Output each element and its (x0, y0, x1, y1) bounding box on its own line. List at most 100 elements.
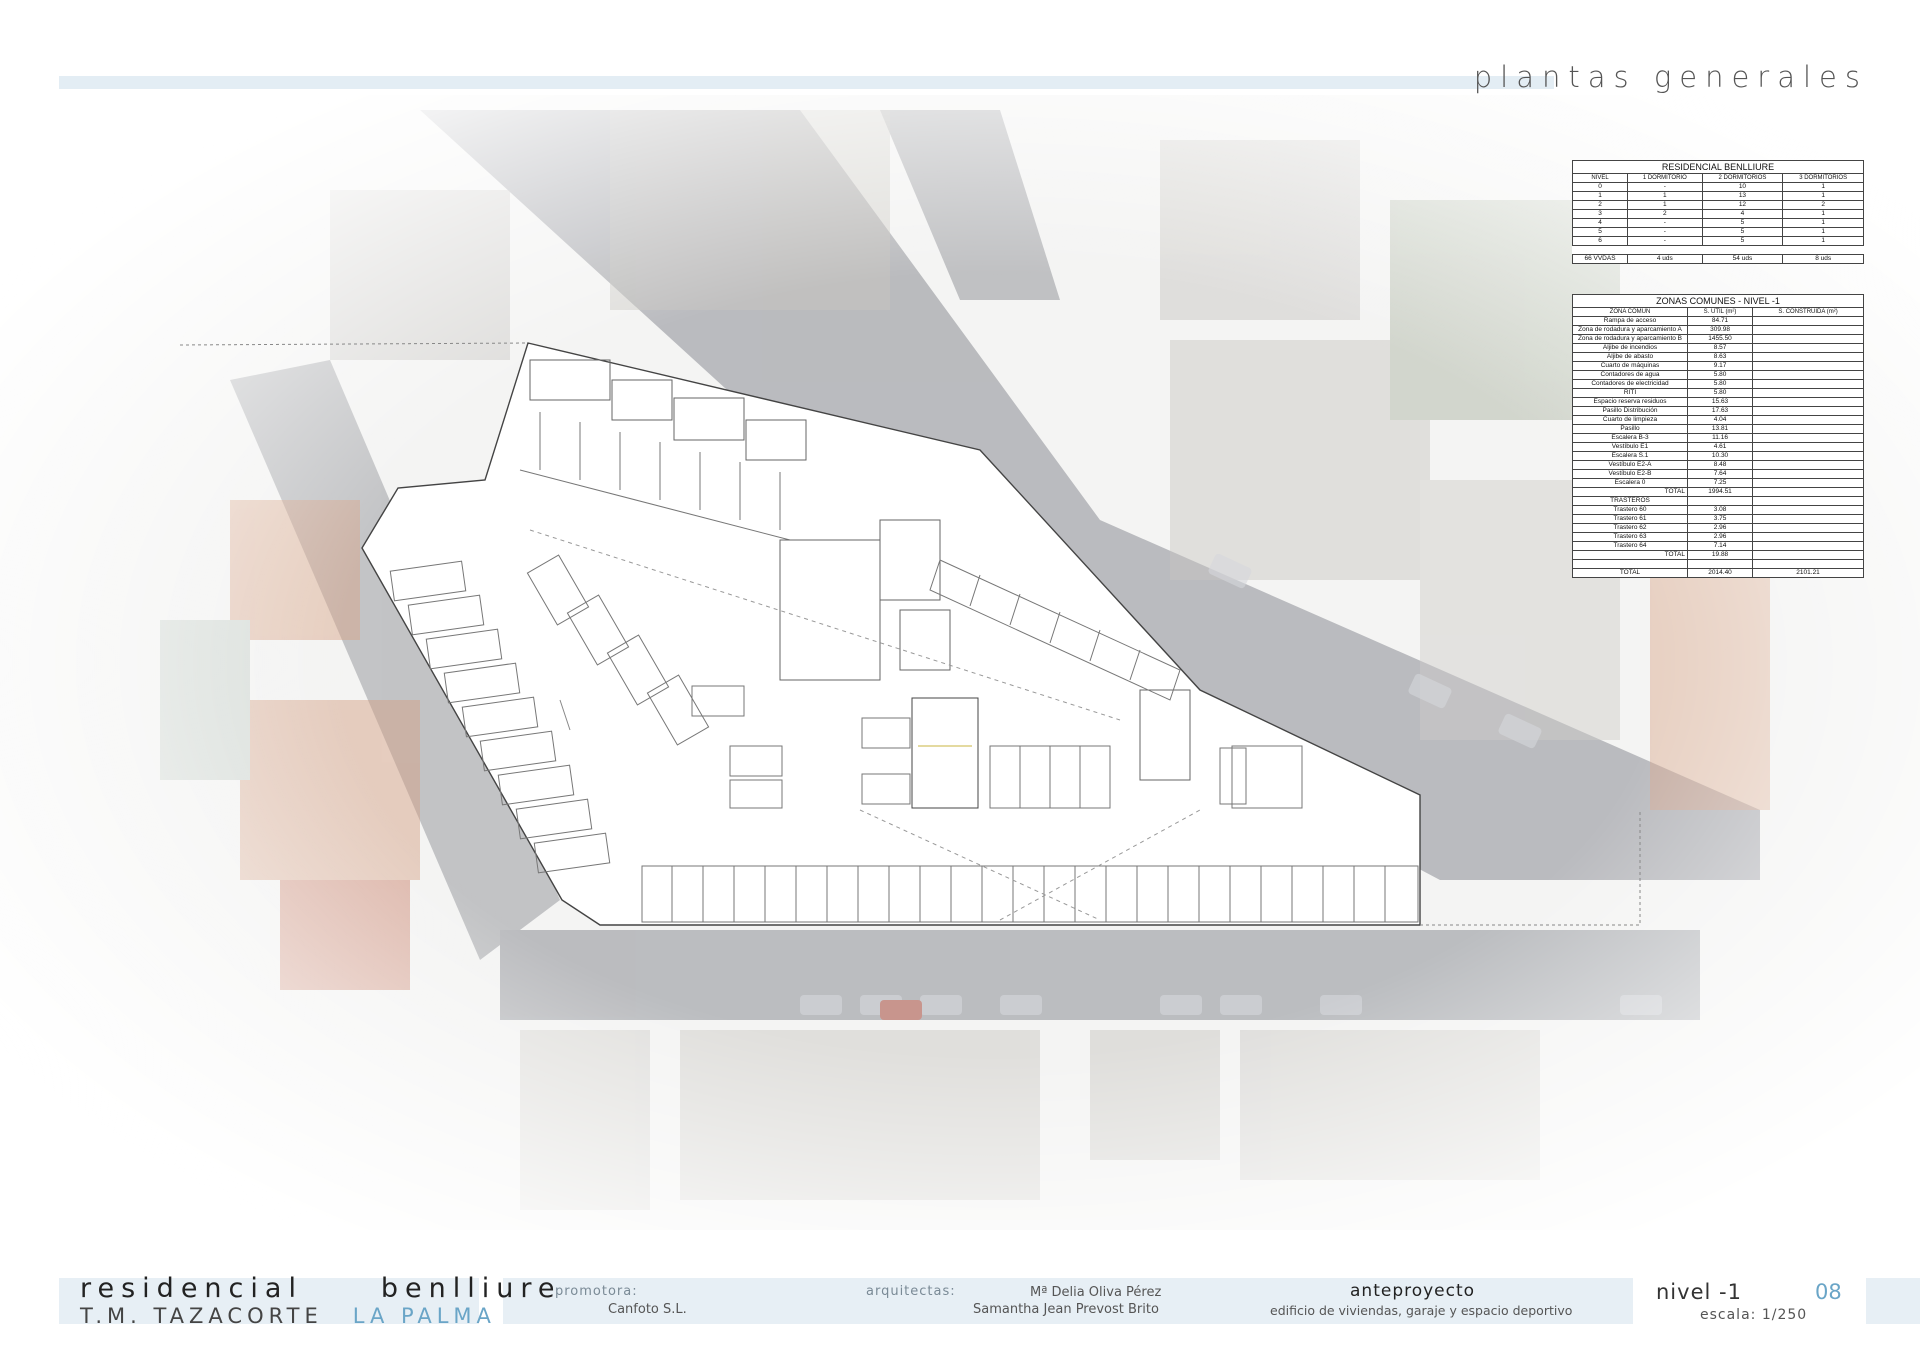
table-cell: 2 (1571, 200, 1629, 210)
table-cell: 309.98 (1686, 325, 1754, 335)
table-cell: Rampa de acceso (1572, 316, 1688, 326)
table-cell (1752, 424, 1864, 434)
table-cell (1752, 370, 1864, 380)
project-name: residencial benlliure (80, 1273, 562, 1304)
table-cell: 66 VVDAS (1571, 254, 1629, 264)
table-row: 6-51 (1571, 236, 1864, 246)
table-row: Pasillo Distribución 17.63 (1572, 406, 1864, 416)
table-cell: Escalera 0 (1572, 478, 1688, 488)
table-cell: 1 (1627, 191, 1703, 201)
promoter-value: Canfoto S.L. (608, 1302, 687, 1317)
areas-col-zone: ZONA COMÚN (1572, 307, 1688, 317)
table-row: 0-10 1 (1571, 182, 1864, 192)
table-cell (1686, 559, 1754, 569)
project-location: T.M. TAZACORTE LA PALMA (80, 1304, 496, 1328)
table-cell (1752, 505, 1864, 515)
table-row: 5-51 (1571, 227, 1864, 237)
drawing-scale: escala: 1/250 (1700, 1307, 1808, 1323)
table-cell: Escalera S.1 (1572, 451, 1688, 461)
table-row: TOTAL 19.88 (1572, 550, 1864, 560)
table-cell: 7.25 (1686, 478, 1754, 488)
table-cell (1752, 442, 1864, 452)
table-row: Contadores de agua 5.80 (1572, 370, 1864, 380)
table-cell: 1455.50 (1686, 334, 1754, 344)
table-cell: 5 (1701, 227, 1784, 237)
table-cell: Vestíbulo E2-A (1572, 460, 1688, 470)
table-cell: 4.61 (1686, 442, 1754, 452)
table-row: TOTAL 2014.40 2101.21 (1572, 568, 1864, 578)
table-cell: Vestíbulo E1 (1572, 442, 1688, 452)
table-cell: 8.48 (1686, 460, 1754, 470)
project-phase: anteproyecto (1350, 1281, 1476, 1301)
table-row: Trastero 61 3.75 (1572, 514, 1864, 524)
table-row: Trastero 63 2.96 (1572, 532, 1864, 542)
table-cell: Contadores de agua (1572, 370, 1688, 380)
table-cell: TOTAL (1572, 568, 1688, 578)
table-cell: 3.75 (1686, 514, 1754, 524)
table-row: Escalera B-3 11.16 (1572, 433, 1864, 443)
table-cell: 5.80 (1686, 370, 1754, 380)
table-cell: Escalera B-3 (1572, 433, 1688, 443)
table-cell (1752, 352, 1864, 362)
table-cell: 2.96 (1686, 532, 1754, 542)
table-cell: 1 (1782, 209, 1864, 219)
table-cell (1752, 532, 1864, 542)
table-row: 4-51 (1571, 218, 1864, 228)
units-table: RESIDENCIAL BENLLIURE NIVEL 1 DORMITORIO… (1571, 160, 1864, 264)
table-cell: 3.08 (1686, 505, 1754, 515)
table-cell: TOTAL (1572, 487, 1688, 497)
areas-col-useful: S. ÚTIL (m²) (1686, 307, 1754, 317)
common-areas-table: ZONAS COMUNES - NIVEL -1 ZONA COMÚN S. Ú… (1572, 294, 1864, 578)
table-cell: Pasillo (1572, 424, 1688, 434)
municipality: T.M. TAZACORTE (80, 1304, 323, 1328)
table-cell: Contadores de electricidad (1572, 379, 1688, 389)
table-cell: 17.63 (1686, 406, 1754, 416)
table-cell (1752, 433, 1864, 443)
site-plan-drawing (0, 95, 1920, 1230)
table-cell: 12 (1701, 200, 1784, 210)
table-cell (1752, 478, 1864, 488)
table-cell (1752, 451, 1864, 461)
table-cell: 8 uds (1782, 254, 1864, 264)
table-cell (1752, 361, 1864, 371)
units-col-2bed: 2 DORMITORIOS (1701, 173, 1784, 183)
table-cell: 1 (1571, 191, 1629, 201)
table-cell: 5.80 (1686, 379, 1754, 389)
table-row: 3241 (1571, 209, 1864, 219)
table-row: TRASTEROS (1572, 496, 1864, 506)
table-cell: 5 (1701, 236, 1784, 246)
table-cell: 4 (1571, 218, 1629, 228)
table-cell: 5.80 (1686, 388, 1754, 398)
table-row: Pasillo 13.81 (1572, 424, 1864, 434)
table-row: Espacio reserva residuos 15.63 (1572, 397, 1864, 407)
table-cell: 1 (1782, 236, 1864, 246)
architect-1: Mª Delia Oliva Pérez (1030, 1285, 1162, 1300)
table-cell (1752, 496, 1864, 506)
table-row: Vestíbulo E2-A 8.48 (1572, 460, 1864, 470)
table-cell (1752, 469, 1864, 479)
table-row: Escalera 0 7.25 (1572, 478, 1864, 488)
areas-table-title: ZONAS COMUNES - NIVEL -1 (1572, 294, 1864, 307)
table-cell (1572, 559, 1688, 569)
table-cell: 13.81 (1686, 424, 1754, 434)
table-cell: 2 (1782, 200, 1864, 210)
table-cell (1752, 514, 1864, 524)
table-cell: Zona de rodadura y aparcamiento B (1572, 334, 1688, 344)
table-cell: - (1627, 218, 1703, 228)
table-cell: 2014.40 (1686, 568, 1754, 578)
table-cell (1752, 388, 1864, 398)
table-cell (1752, 559, 1864, 569)
table-row: Cuarto de máquinas 9.17 (1572, 361, 1864, 371)
table-row: Vestíbulo E1 4.61 (1572, 442, 1864, 452)
table-cell: 8.57 (1686, 343, 1754, 353)
table-cell: 5 (1701, 218, 1784, 228)
table-cell: 7.64 (1686, 469, 1754, 479)
header-bar (59, 76, 1554, 89)
footer-panel-edge (1866, 1278, 1920, 1324)
table-cell (1752, 316, 1864, 326)
table-cell: TOTAL (1572, 550, 1688, 560)
table-cell: 1 (1782, 218, 1864, 228)
table-cell: RITI (1572, 388, 1688, 398)
table-cell: 19.88 (1686, 550, 1754, 560)
table-row: 1 1 13 1 (1571, 191, 1864, 201)
